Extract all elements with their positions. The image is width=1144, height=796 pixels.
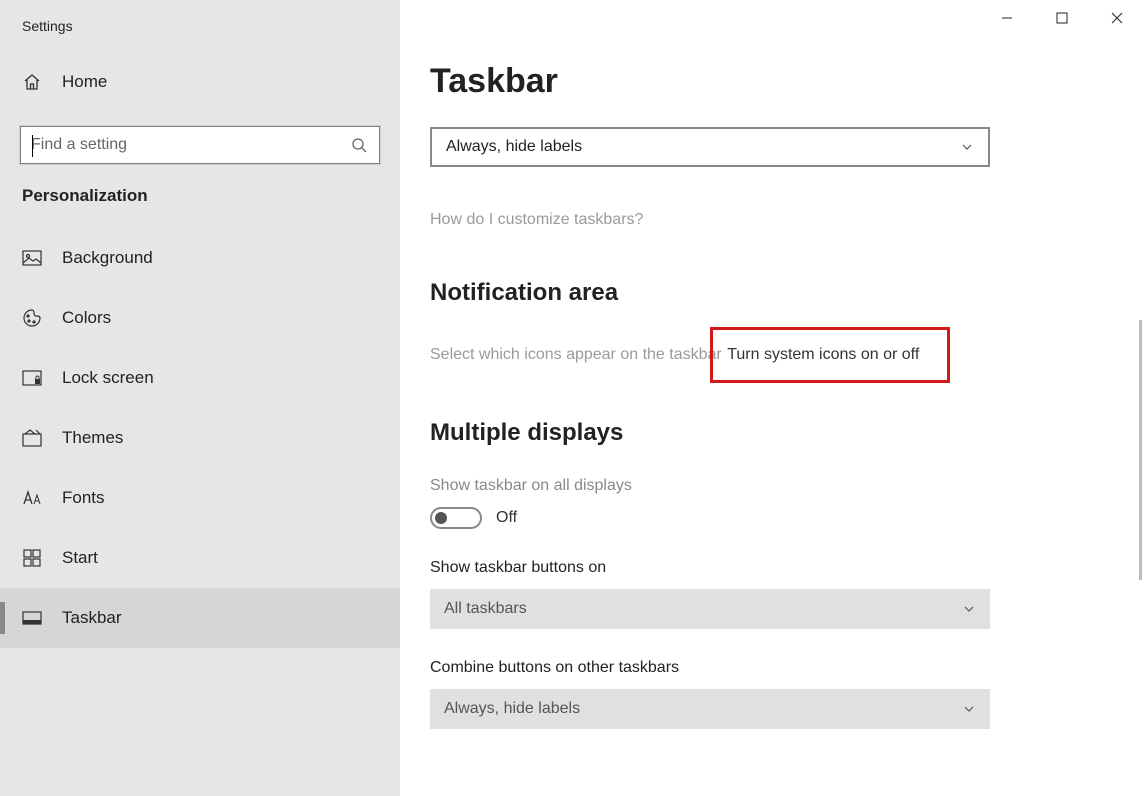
chevron-down-icon <box>960 140 974 154</box>
sidebar-item-label: Colors <box>62 308 111 328</box>
dropdown-value: Always, hide labels <box>444 700 580 718</box>
nav-home-label: Home <box>62 72 107 92</box>
sidebar-item-lockscreen[interactable]: Lock screen <box>0 348 400 408</box>
sidebar-item-background[interactable]: Background <box>0 228 400 288</box>
combine-buttons-dropdown-top[interactable]: Always, hide labels <box>430 127 990 167</box>
select-icons-link[interactable]: Select which icons appear on the taskbar <box>430 346 722 364</box>
show-taskbar-all-displays-toggle[interactable] <box>430 507 482 529</box>
settings-window: Settings Home Personalization <box>0 0 1144 796</box>
toggle-knob <box>435 512 447 524</box>
taskbar-icon <box>22 611 42 625</box>
show-taskbar-buttons-on-label: Show taskbar buttons on <box>430 559 1144 577</box>
show-taskbar-buttons-on-dropdown[interactable]: All taskbars <box>430 589 990 629</box>
system-icons-link[interactable]: Turn system icons on or off <box>727 346 919 363</box>
highlight-box: Turn system icons on or off <box>710 327 950 383</box>
start-icon <box>22 549 42 567</box>
multiple-displays-heading: Multiple displays <box>430 419 1144 447</box>
search-wrap <box>0 102 400 186</box>
sidebar-item-label: Themes <box>62 428 123 448</box>
chevron-down-icon <box>962 602 976 616</box>
combine-buttons-other-taskbars-dropdown[interactable]: Always, hide labels <box>430 689 990 729</box>
picture-icon <box>22 250 42 266</box>
sidebar-item-label: Lock screen <box>62 368 154 388</box>
sidebar-item-colors[interactable]: Colors <box>0 288 400 348</box>
maximize-button[interactable] <box>1034 0 1089 36</box>
home-icon <box>22 72 42 92</box>
scrollbar[interactable] <box>1139 320 1142 580</box>
palette-icon <box>22 308 42 328</box>
dropdown-value: Always, hide labels <box>446 138 582 156</box>
toggle-state-text: Off <box>496 509 517 527</box>
search-box[interactable] <box>20 126 380 164</box>
search-input[interactable] <box>21 136 339 154</box>
search-icon <box>339 137 379 153</box>
chevron-down-icon <box>962 702 976 716</box>
toggle-row: Off <box>430 507 1144 529</box>
help-link[interactable]: How do I customize taskbars? <box>430 211 643 229</box>
dropdown-value: All taskbars <box>444 600 527 618</box>
combine-buttons-other-taskbars-label: Combine buttons on other taskbars <box>430 659 1144 677</box>
sidebar-item-taskbar[interactable]: Taskbar <box>0 588 400 648</box>
window-title: Settings <box>0 12 400 62</box>
content-pane: Taskbar Always, hide labels How do I cus… <box>400 0 1144 796</box>
sidebar-item-start[interactable]: Start <box>0 528 400 588</box>
sidebar-item-label: Taskbar <box>62 608 122 628</box>
show-taskbar-all-displays-label: Show taskbar on all displays <box>430 477 1144 495</box>
sidebar-item-label: Background <box>62 248 153 268</box>
nav-home[interactable]: Home <box>0 62 400 102</box>
minimize-button[interactable] <box>979 0 1034 36</box>
sidebar: Settings Home Personalization <box>0 0 400 796</box>
close-button[interactable] <box>1089 0 1144 36</box>
lockscreen-icon <box>22 370 42 386</box>
section-label: Personalization <box>0 186 400 228</box>
sidebar-item-label: Start <box>62 548 98 568</box>
notification-area-heading: Notification area <box>430 279 1144 307</box>
text-caret <box>32 135 33 157</box>
sidebar-item-fonts[interactable]: Fonts <box>0 468 400 528</box>
sidebar-item-themes[interactable]: Themes <box>0 408 400 468</box>
sidebar-item-label: Fonts <box>62 488 105 508</box>
fonts-icon <box>22 490 42 506</box>
themes-icon <box>22 429 42 447</box>
window-controls <box>979 0 1144 36</box>
